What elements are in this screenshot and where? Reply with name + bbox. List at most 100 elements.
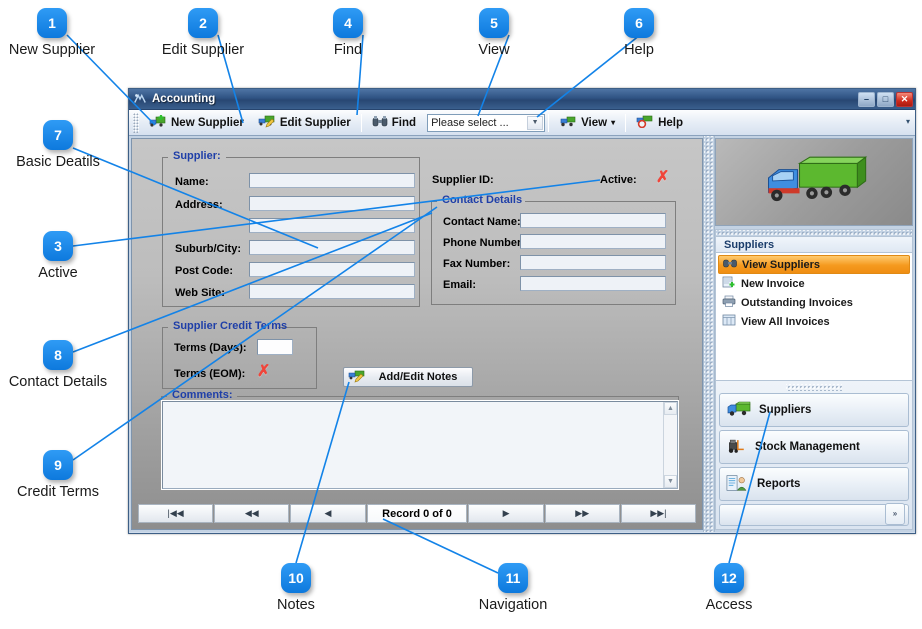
callout-badge-3[interactable]: 3 <box>43 231 73 261</box>
window-controls: – □ ✕ <box>858 91 913 107</box>
previous-page-button[interactable]: ◀◀ <box>214 504 290 523</box>
help-label: Help <box>658 116 683 129</box>
help-button[interactable]: Help <box>629 112 690 134</box>
minimize-button[interactable]: – <box>858 91 875 107</box>
printer-icon <box>722 295 736 310</box>
comments-textarea[interactable]: ▲ ▼ <box>161 400 679 490</box>
binoculars-icon <box>372 114 388 131</box>
expand-chevron-icon[interactable]: » <box>885 502 905 525</box>
web-site-input[interactable] <box>249 284 415 299</box>
supplier-form-pane: Supplier: Name: Address: Suburb/City: Po… <box>131 138 703 530</box>
supplier-group: Supplier: Name: Address: Suburb/City: Po… <box>162 150 420 307</box>
record-navigation-bar: |◀◀ ◀◀ ◀ Record 0 of 0 ▶ ▶▶ ▶▶| <box>138 504 697 523</box>
find-combo[interactable]: Please select ... ▼ <box>427 113 546 132</box>
callout-badge-10[interactable]: 10 <box>281 563 311 593</box>
find-button[interactable]: Find <box>365 112 423 134</box>
callout-1: 1 New Supplier <box>9 8 95 58</box>
chevron-down-icon[interactable]: ▼ <box>527 115 544 130</box>
address-input-1[interactable] <box>249 196 415 211</box>
callout-label-3: Active <box>38 265 78 281</box>
scroll-up-arrow-icon[interactable]: ▲ <box>664 402 677 415</box>
accounting-window: Accounting – □ ✕ New Supplier Edit Suppl… <box>128 88 916 534</box>
truck-pencil-icon <box>258 114 276 131</box>
next-page-button[interactable]: ▶▶ <box>544 504 620 523</box>
module-button-suppliers[interactable]: Suppliers <box>719 393 909 427</box>
window-body: Supplier: Name: Address: Suburb/City: Po… <box>129 136 915 532</box>
callout-badge-9[interactable]: 9 <box>43 450 73 480</box>
notes-truck-pencil-icon <box>348 369 366 386</box>
terms-days-input[interactable] <box>257 339 293 355</box>
contact-name-input[interactable] <box>520 213 666 228</box>
post-code-input[interactable] <box>249 262 415 277</box>
comments-scrollbar[interactable]: ▲ ▼ <box>663 402 677 488</box>
toolbar-grip[interactable] <box>133 112 139 133</box>
new-supplier-button[interactable]: New Supplier <box>142 112 251 134</box>
name-label: Name: <box>175 176 209 188</box>
edit-supplier-button[interactable]: Edit Supplier <box>251 112 358 134</box>
sidebar-item-outstanding-invoices[interactable]: Outstanding Invoices <box>718 293 910 312</box>
module-navigation: Suppliers Stock Management Reports » <box>715 381 913 530</box>
sidebar-item-label: New Invoice <box>741 277 805 290</box>
address-label: Address: <box>175 199 223 211</box>
window-title: Accounting <box>152 93 216 105</box>
callout-11: 11 Navigation <box>479 563 547 613</box>
view-button[interactable]: View ▾ <box>552 112 622 134</box>
web-site-label: Web Site: <box>175 287 225 299</box>
address-input-2[interactable] <box>249 218 415 233</box>
module-label: Reports <box>757 478 801 490</box>
toolbar-overflow-button[interactable]: ▾ <box>903 114 913 130</box>
callout-badge-4[interactable]: 4 <box>333 8 363 38</box>
sidebar-grip[interactable] <box>715 229 913 236</box>
callout-badge-8[interactable]: 8 <box>43 340 73 370</box>
scroll-down-arrow-icon[interactable]: ▼ <box>664 475 677 488</box>
callout-6: 6 Help <box>624 8 654 58</box>
report-person-icon <box>726 474 750 495</box>
callout-badge-7[interactable]: 7 <box>43 120 73 150</box>
forklift-icon <box>726 437 748 458</box>
new-document-icon <box>722 276 736 291</box>
pane-splitter[interactable] <box>703 136 715 532</box>
new-supplier-label: New Supplier <box>171 116 244 129</box>
callout-badge-11[interactable]: 11 <box>498 563 528 593</box>
next-record-button[interactable]: ▶ <box>468 504 544 523</box>
last-record-button[interactable]: ▶▶| <box>620 504 697 523</box>
fax-number-input[interactable] <box>520 255 666 270</box>
callout-badge-12[interactable]: 12 <box>714 563 744 593</box>
first-record-button[interactable]: |◀◀ <box>138 504 214 523</box>
edit-supplier-label: Edit Supplier <box>279 116 351 129</box>
main-toolbar: New Supplier Edit Supplier Find Please s… <box>129 110 915 136</box>
callout-badge-5[interactable]: 5 <box>479 8 509 38</box>
suburb-city-label: Suburb/City: <box>175 243 241 255</box>
fax-number-label: Fax Number: <box>443 258 511 270</box>
email-input[interactable] <box>520 276 666 291</box>
sidebar-item-view-suppliers[interactable]: View Suppliers <box>718 255 910 274</box>
find-combo-value: Please select ... <box>431 116 509 129</box>
sidebar-item-new-invoice[interactable]: New Invoice <box>718 274 910 293</box>
close-button[interactable]: ✕ <box>896 91 913 107</box>
maximize-button[interactable]: □ <box>877 91 894 107</box>
callout-badge-1[interactable]: 1 <box>37 8 67 38</box>
delivery-truck-image <box>715 138 913 226</box>
module-button-reports[interactable]: Reports <box>719 467 909 501</box>
callout-badge-6[interactable]: 6 <box>624 8 654 38</box>
add-edit-notes-button[interactable]: Add/Edit Notes <box>343 367 473 387</box>
active-checkbox-value[interactable]: ✗ <box>656 170 669 186</box>
module-nav-grip[interactable] <box>786 384 842 391</box>
supplier-credit-terms-group: Supplier Credit Terms Terms (Days): Term… <box>162 320 317 389</box>
callout-label-8: Contact Details <box>8 374 108 390</box>
previous-record-button[interactable]: ◀ <box>290 504 366 523</box>
binoculars-icon <box>723 257 737 272</box>
callout-3: 3 Active <box>38 231 78 281</box>
truck-view-icon <box>559 114 577 131</box>
contact-details-group-title: Contact Details <box>442 194 523 206</box>
active-label: Active: <box>600 174 637 186</box>
phone-number-input[interactable] <box>520 234 666 249</box>
module-button-stock-management[interactable]: Stock Management <box>719 430 909 464</box>
name-input[interactable] <box>249 173 415 188</box>
terms-eom-checkbox[interactable]: ✗ <box>257 364 270 380</box>
view-dropdown-arrow[interactable]: ▾ <box>611 118 615 127</box>
callout-label-11: Navigation <box>478 597 548 613</box>
sidebar-item-view-all-invoices[interactable]: View All Invoices <box>718 312 910 331</box>
callout-badge-2[interactable]: 2 <box>188 8 218 38</box>
suburb-city-input[interactable] <box>249 240 415 255</box>
